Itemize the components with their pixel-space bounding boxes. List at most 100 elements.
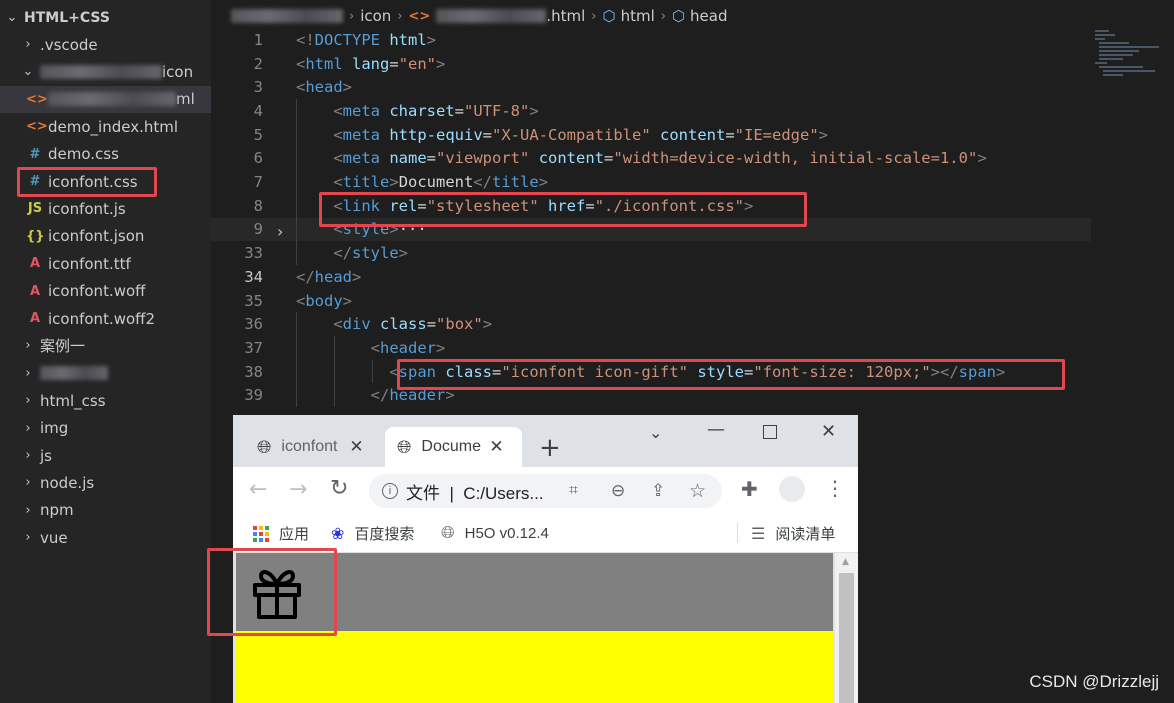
tab-iconfont[interactable]: 🌐︎ iconfont ✕ bbox=[247, 427, 381, 467]
code-line[interactable]: 37 < header > bbox=[211, 336, 1091, 360]
explorer-folder[interactable]: › img bbox=[0, 415, 211, 442]
explorer-root[interactable]: ⌄ HTML+CSS bbox=[0, 4, 211, 31]
minimize-button[interactable]: — bbox=[707, 419, 725, 440]
json-file-icon: {} bbox=[26, 228, 45, 244]
browser-toolbar: ← → ↻ i 文件 | C:/Users... ⌗ ⊖ ⇪ ☆ ✚ ⋮ bbox=[233, 467, 858, 515]
breadcrumb-node-html[interactable]: html bbox=[621, 7, 655, 25]
code-token: body bbox=[305, 291, 343, 310]
code-token: html bbox=[389, 30, 427, 49]
highlight-iconfont-css bbox=[17, 167, 157, 197]
tree-item-label: demo.css bbox=[48, 145, 119, 164]
address-bar[interactable]: i 文件 | C:/Users... ⌗ ⊖ ⇪ ☆ bbox=[369, 474, 722, 508]
code-token: "viewport" bbox=[436, 149, 530, 168]
code-token: > bbox=[352, 267, 362, 286]
minimap[interactable] bbox=[1091, 28, 1173, 88]
breadcrumb-node-head[interactable]: head bbox=[690, 7, 727, 25]
reading-list[interactable]: ☰ 阅读清单 bbox=[751, 523, 835, 544]
bookmark-star-icon[interactable]: ☆ bbox=[689, 480, 706, 503]
explorer-folder[interactable]: ⌄ icon bbox=[0, 58, 211, 85]
explorer-file[interactable]: Aiconfont.woff bbox=[0, 278, 211, 305]
share-icon[interactable]: ⇪ bbox=[651, 481, 665, 501]
explorer-folder[interactable]: › 案例一 bbox=[0, 332, 211, 359]
explorer-folder[interactable]: › vue bbox=[0, 524, 211, 551]
explorer-folder[interactable]: › js bbox=[0, 442, 211, 469]
code-token: name bbox=[389, 149, 427, 168]
explorer-file[interactable]: <> demo_index.html bbox=[0, 113, 211, 140]
explorer-folder[interactable]: › bbox=[0, 360, 211, 387]
scroll-thumb[interactable] bbox=[839, 573, 854, 703]
explorer-file[interactable]: # demo.css bbox=[0, 141, 211, 168]
code-line[interactable]: 3 < head > bbox=[211, 75, 1091, 99]
bookmark-h5o[interactable]: 🌐︎ H5O v0.12.4 bbox=[441, 523, 549, 543]
tab-search-chevron-icon[interactable]: ⌄ bbox=[649, 423, 662, 442]
line-number: 37 bbox=[244, 338, 263, 357]
explorer-file[interactable]: Aiconfont.ttf bbox=[0, 250, 211, 277]
extensions-icon[interactable]: ✚ bbox=[741, 477, 758, 501]
code-line[interactable]: 2 < html lang = "en" > bbox=[211, 52, 1091, 76]
code-line[interactable]: 5 < meta http-equiv = "X-UA-Compatible" con… bbox=[211, 123, 1091, 147]
profile-avatar-icon[interactable] bbox=[779, 476, 805, 502]
more-menu-icon[interactable]: ⋮ bbox=[825, 476, 845, 500]
line-number: 38 bbox=[244, 362, 263, 381]
fold-chevron-icon[interactable]: › bbox=[277, 222, 283, 241]
explorer-file[interactable]: {} iconfont.json bbox=[0, 223, 211, 250]
bookmark-apps[interactable]: 应用 bbox=[253, 523, 309, 544]
back-icon[interactable]: ← bbox=[249, 477, 267, 502]
tree-item-label: npm bbox=[40, 501, 74, 520]
page-box bbox=[236, 631, 833, 703]
code-line[interactable]: 6 < meta name = "viewport" content = "width=d… bbox=[211, 147, 1091, 171]
tab-document[interactable]: 🌐︎ Docume ✕ bbox=[385, 427, 522, 467]
explorer-folder[interactable]: › .vscode bbox=[0, 31, 211, 58]
close-icon[interactable]: ✕ bbox=[489, 437, 503, 457]
code-line[interactable]: 34 </head > bbox=[211, 265, 1091, 289]
close-icon[interactable]: ✕ bbox=[349, 437, 363, 457]
explorer-file[interactable]: <> ml bbox=[0, 85, 211, 113]
tree-item-label: iconfont.woff2 bbox=[48, 309, 156, 328]
code-token: > bbox=[436, 54, 446, 73]
reload-icon[interactable]: ↻ bbox=[330, 476, 348, 501]
code-line[interactable]: 35 < body > bbox=[211, 289, 1091, 313]
page-scrollbar[interactable]: ▲ bbox=[835, 553, 858, 703]
close-window-button[interactable]: ✕ bbox=[821, 421, 836, 442]
tab-title: Docume bbox=[421, 438, 481, 455]
code-line[interactable]: 33 </style > bbox=[211, 241, 1091, 265]
explorer-file[interactable]: Aiconfont.woff2 bbox=[0, 305, 211, 332]
code-token: < bbox=[333, 173, 343, 192]
bookmark-label: 应用 bbox=[279, 526, 310, 543]
explorer-folder[interactable]: › npm bbox=[0, 497, 211, 524]
maximize-button[interactable] bbox=[763, 425, 777, 439]
code-token: </ bbox=[296, 267, 315, 286]
explorer-folder[interactable]: › html_css bbox=[0, 387, 211, 414]
breadcrumb-folder[interactable]: icon bbox=[360, 7, 391, 25]
forward-icon[interactable]: → bbox=[289, 477, 307, 502]
bookmark-baidu[interactable]: ❀ 百度搜索 bbox=[331, 523, 414, 544]
html-file-icon: <> bbox=[408, 8, 431, 24]
explorer-file[interactable]: JS iconfont.js bbox=[0, 195, 211, 222]
indent-guide bbox=[334, 336, 335, 408]
code-token: > bbox=[538, 173, 549, 192]
line-number: 36 bbox=[244, 315, 263, 334]
code-token: header bbox=[380, 338, 436, 357]
explorer-folder[interactable]: › node.js bbox=[0, 469, 211, 496]
translate-icon[interactable]: ⌗ bbox=[569, 482, 578, 500]
breadcrumb-file-ext[interactable]: .html bbox=[546, 7, 585, 25]
code-line[interactable]: 1 <! DOCTYPE html > bbox=[211, 28, 1091, 52]
code-token: DOCTYPE bbox=[314, 30, 380, 49]
blurred-folder-name bbox=[40, 366, 108, 381]
new-tab-button[interactable]: + bbox=[539, 433, 561, 463]
code-line[interactable]: 4 < meta charset = "UTF-8" > bbox=[211, 99, 1091, 123]
font-file-icon: A bbox=[29, 283, 41, 299]
chevron-right-icon: › bbox=[25, 338, 31, 354]
code-line[interactable]: 7 < title > Document </title > bbox=[211, 170, 1091, 194]
breadcrumb: › icon › <> .html › ⬡ html › ⬡ head bbox=[231, 4, 728, 28]
code-line[interactable]: 36 < div class = "box" > bbox=[211, 312, 1091, 336]
code-token: style bbox=[352, 244, 399, 263]
scroll-up-arrow-icon[interactable]: ▲ bbox=[842, 557, 849, 567]
chevron-right-icon: › bbox=[25, 393, 31, 409]
zoom-icon[interactable]: ⊖ bbox=[611, 481, 625, 501]
